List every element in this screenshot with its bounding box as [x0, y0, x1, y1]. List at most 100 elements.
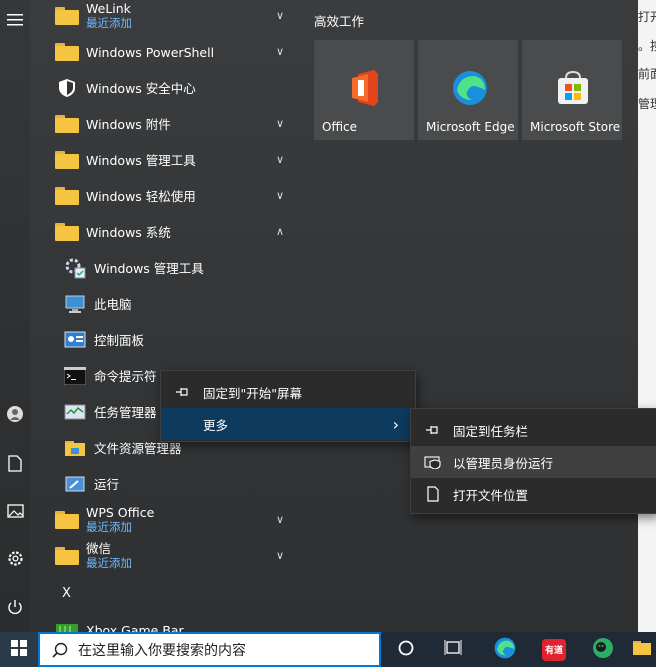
app-label: Windows 轻松使用	[86, 188, 196, 204]
menu-label: 更多	[203, 417, 229, 433]
menu-icon[interactable]	[5, 10, 25, 30]
taskbar-file-explorer[interactable]	[632, 632, 656, 667]
wechat-icon	[592, 637, 614, 662]
app-item-powershell[interactable]: Windows PowerShell ∨	[44, 34, 300, 70]
tile-store[interactable]: Microsoft Store	[522, 40, 622, 140]
app-label: Xbox Game Bar	[86, 622, 184, 633]
app-label: Windows 管理工具	[94, 260, 204, 276]
taskbar-wechat[interactable]	[584, 632, 622, 667]
chevron-right-icon: ›	[392, 414, 399, 434]
context-menu: 固定到"开始"屏幕 更多 ›	[160, 370, 416, 442]
letter-header-x[interactable]: X	[62, 586, 71, 601]
app-list: WeLink 最近添加 ∨ Windows PowerShell ∨ Window…	[44, 0, 306, 632]
app-label: Windows 系统	[86, 224, 171, 240]
bg-text-4: 管理	[638, 97, 656, 111]
user-icon[interactable]	[5, 404, 25, 424]
pictures-icon[interactable]	[5, 501, 25, 521]
run-icon	[62, 473, 88, 495]
task-view-button[interactable]	[434, 632, 472, 667]
app-label: 此电脑	[94, 296, 132, 312]
app-label: Windows 安全中心	[86, 80, 196, 96]
tile-edge[interactable]: Microsoft Edge	[418, 40, 518, 140]
app-recent-badge: 最近添加	[86, 520, 132, 534]
start-rail	[0, 0, 30, 632]
task-manager-icon	[62, 401, 88, 423]
settings-icon[interactable]	[5, 548, 25, 568]
app-label: WeLink	[86, 1, 131, 16]
app-item-admin-tools-folder[interactable]: Windows 管理工具 ∨	[44, 142, 300, 178]
app-item-security-center[interactable]: Windows 安全中心	[44, 70, 300, 106]
control-panel-icon	[62, 329, 88, 351]
folder-icon	[54, 41, 80, 63]
edge-icon	[452, 70, 487, 106]
bg-text-2: 。按	[638, 39, 656, 53]
app-item-admin-tools[interactable]: Windows 管理工具	[44, 250, 300, 286]
cortana-button[interactable]	[387, 632, 425, 667]
computer-icon	[62, 293, 88, 315]
folder-icon	[54, 545, 80, 567]
search-placeholder: 在这里输入你要搜索的内容	[78, 642, 246, 659]
taskbar-youdao[interactable]: 有道	[535, 632, 573, 667]
menu-label: 固定到"开始"屏幕	[203, 385, 302, 401]
app-label: 运行	[94, 476, 120, 492]
pin-icon	[423, 424, 443, 436]
shield-admin-icon	[423, 455, 443, 469]
file-explorer-icon	[62, 437, 88, 459]
shield-icon	[54, 77, 80, 99]
app-item-wps[interactable]: WPS Office 最近添加 ∨	[44, 502, 300, 538]
task-view-icon	[444, 640, 462, 659]
run-as-admin-item[interactable]: 以管理员身份运行	[411, 446, 656, 478]
app-item-windows-system[interactable]: Windows 系统 ∧	[44, 214, 300, 250]
taskbar: 在这里输入你要搜索的内容 有道	[0, 632, 656, 667]
app-label: 控制面板	[94, 332, 145, 348]
taskbar-edge[interactable]	[486, 632, 524, 667]
menu-label: 固定到任务栏	[453, 423, 529, 439]
start-button[interactable]	[0, 632, 38, 667]
document-icon[interactable]	[5, 453, 25, 473]
document-icon	[423, 486, 443, 502]
bg-text-1: 打开	[638, 10, 656, 24]
tile-office[interactable]: Office	[314, 40, 414, 140]
pin-icon	[173, 386, 193, 398]
office-icon	[348, 70, 382, 106]
chevron-down-icon: ∨	[275, 9, 284, 22]
windows-logo-icon	[11, 640, 27, 659]
app-item-run[interactable]: 运行	[44, 466, 300, 502]
app-item-xbox-game-bar[interactable]: Xbox Game Bar	[44, 610, 300, 632]
app-item-ease-of-access[interactable]: Windows 轻松使用 ∨	[44, 178, 300, 214]
app-label: 命令提示符	[94, 368, 157, 384]
file-explorer-icon	[632, 639, 652, 660]
app-item-this-pc[interactable]: 此电脑	[44, 286, 300, 322]
pin-to-taskbar-item[interactable]: 固定到任务栏	[411, 414, 656, 446]
open-file-location-item[interactable]: 打开文件位置	[411, 478, 656, 510]
chevron-down-icon: ∨	[275, 549, 284, 562]
more-item[interactable]: 更多 ›	[161, 408, 415, 440]
cmd-icon	[62, 365, 88, 387]
power-icon[interactable]	[5, 597, 25, 617]
cortana-circle-icon	[398, 640, 414, 659]
app-item-control-panel[interactable]: 控制面板	[44, 322, 300, 358]
folder-icon	[54, 113, 80, 135]
folder-icon	[54, 5, 80, 27]
app-item-wechat[interactable]: 微信 最近添加 ∨	[44, 538, 300, 574]
chevron-down-icon: ∨	[275, 189, 284, 202]
youdao-icon: 有道	[542, 638, 566, 661]
app-label: 任务管理器	[94, 404, 157, 420]
app-item-accessories[interactable]: Windows 附件 ∨	[44, 106, 300, 142]
chevron-up-icon: ∧	[275, 225, 284, 238]
tile-label: Microsoft Edge	[426, 120, 515, 134]
app-label: 文件资源管理器	[94, 440, 182, 456]
folder-icon	[54, 185, 80, 207]
admin-tools-icon	[62, 257, 88, 279]
tile-label: Microsoft Store	[530, 120, 621, 134]
app-label: Windows 附件	[86, 116, 171, 132]
tile-group-title[interactable]: 高效工作	[314, 11, 364, 30]
app-recent-badge: 最近添加	[86, 16, 132, 30]
app-recent-badge: 最近添加	[86, 556, 132, 570]
app-label: 微信	[86, 541, 112, 556]
app-item-welink[interactable]: WeLink 最近添加 ∨	[44, 0, 300, 34]
submenu: 固定到任务栏 以管理员身份运行 打开文件位置	[410, 408, 656, 514]
taskbar-search-box[interactable]: 在这里输入你要搜索的内容	[38, 632, 381, 667]
pin-to-start-item[interactable]: 固定到"开始"屏幕	[161, 376, 415, 408]
chevron-down-icon: ∨	[275, 513, 284, 526]
